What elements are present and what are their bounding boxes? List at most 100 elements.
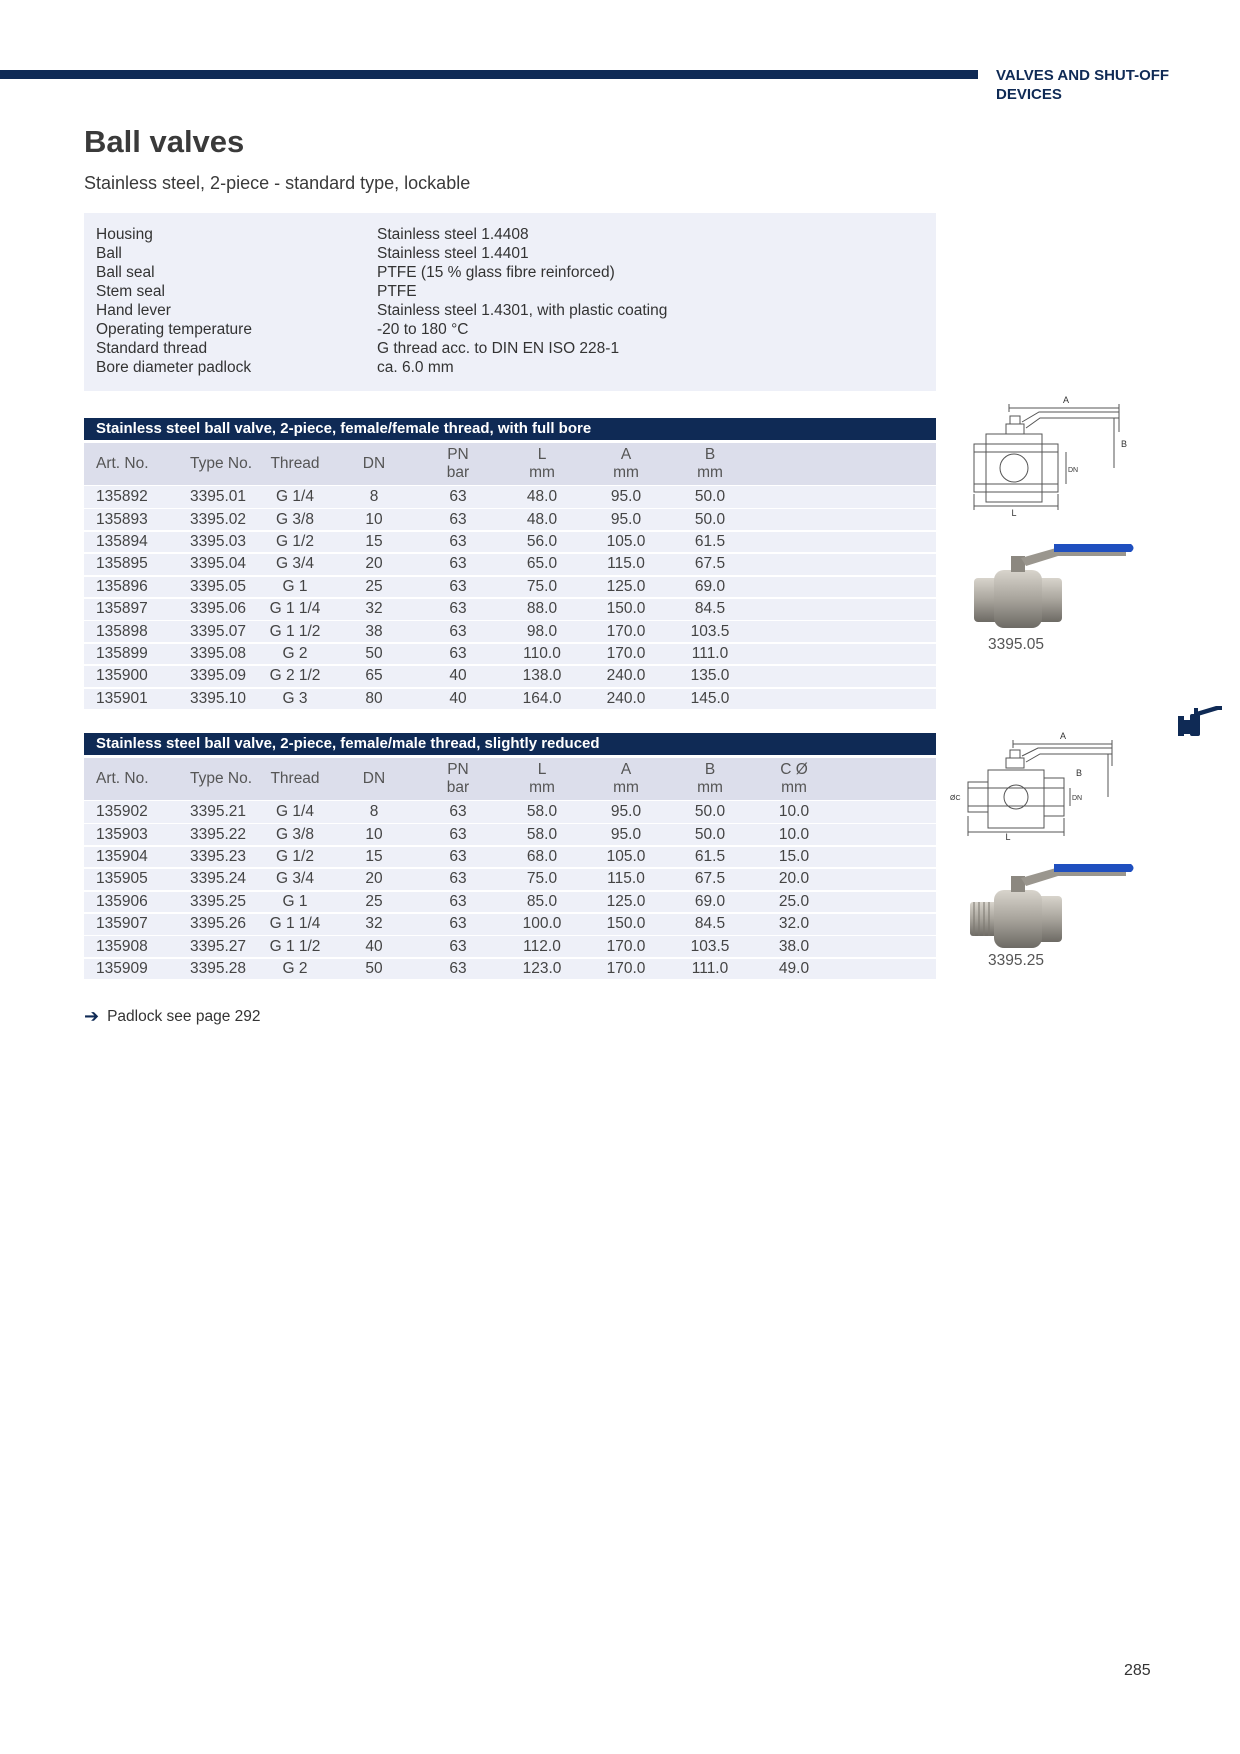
header-unit: mm (529, 779, 555, 796)
table-row: 135892 3395.01 G 1/4 8 63 48.0 95.0 50.0 (84, 486, 936, 508)
table-title: Stainless steel ball valve, 2-piece, fem… (84, 418, 936, 440)
spec-label: Operating temperature (96, 321, 252, 338)
ball-valve-image (974, 544, 1134, 628)
cell-b: 111.0 (691, 645, 729, 663)
cell-dn: 10 (365, 825, 383, 843)
cell-pn: 63 (449, 645, 467, 663)
cell-a: 170.0 (606, 645, 646, 663)
dimension-label: A (1063, 395, 1069, 405)
cell-l: 75.0 (526, 577, 558, 595)
cell-l: 123.0 (522, 960, 562, 978)
cell-a: 95.0 (610, 825, 642, 843)
header-label: L (537, 446, 547, 463)
cell-pn: 63 (449, 510, 467, 528)
dimension-label: L (1011, 508, 1016, 517)
cell-pn: 40 (449, 667, 467, 685)
cell-a: 95.0 (610, 510, 642, 528)
cell-dn: 10 (365, 510, 383, 528)
spec-label: Standard thread (96, 340, 208, 357)
cell-c: 20.0 (778, 870, 810, 888)
header-label: DN (362, 455, 386, 472)
cell-thread: G 3 (282, 689, 308, 707)
header-cell: PN bar (428, 758, 488, 800)
cell-pn: 63 (449, 915, 467, 933)
cell-art-no: 135905 (96, 870, 148, 888)
cell-type-no: 3395.23 (190, 848, 247, 866)
header-unit: mm (529, 464, 555, 481)
header-label: Type No. (190, 770, 253, 787)
header-label: A (620, 446, 632, 463)
cell-a: 240.0 (606, 667, 646, 685)
header-cell: Art. No. (96, 443, 149, 485)
cell-pn: 63 (449, 533, 467, 551)
cell-b: 145.0 (690, 689, 730, 707)
cell-l: 164.0 (522, 689, 562, 707)
valve-dimension-drawing: A B L DN (973, 395, 1127, 518)
cell-type-no: 3395.03 (190, 533, 247, 551)
table-row: 135905 3395.24 G 3/4 20 63 75.0 115.0 67.5 20.0 (84, 868, 936, 890)
cell-pn: 40 (449, 689, 467, 707)
header-cell: Bmm (680, 443, 740, 485)
cell-art-no: 135909 (96, 960, 148, 978)
cell-l: 112.0 (523, 937, 561, 955)
header-cell: PN bar (428, 443, 488, 485)
cell-l: 138.0 (522, 667, 562, 685)
dimension-label: DN (1072, 795, 1082, 802)
cell-c: 25.0 (778, 892, 810, 910)
footnote-link[interactable]: Padlock see page 292 (107, 1008, 260, 1026)
cell-b: 69.0 (694, 577, 726, 595)
cell-thread: G 3/8 (276, 510, 314, 528)
cell-type-no: 3395.24 (190, 870, 247, 888)
header-unit: mm (613, 779, 639, 796)
table-row: 135908 3395.27 G 1 1/2 40 63 112.0 170.0 103.5 3… (84, 935, 936, 957)
table-row: 135903 3395.22 G 3/8 10 63 58.0 95.0 50.0 10.0 (84, 823, 936, 845)
table-row: 135898 3395.07 G 1 1/2 38 63 98.0 170.0 103.5 (84, 620, 936, 642)
cell-art-no: 135904 (96, 848, 148, 866)
cell-type-no: 3395.06 (190, 600, 247, 618)
cell-l: 48.0 (526, 510, 558, 528)
cell-type-no: 3395.27 (190, 937, 247, 955)
cell-pn: 63 (449, 960, 467, 978)
cell-art-no: 135898 (96, 622, 148, 640)
cell-b: 61.5 (694, 533, 726, 551)
header-unit: bar (446, 779, 470, 796)
cell-art-no: 135897 (96, 600, 148, 618)
cell-thread: G 1 1/4 (269, 915, 321, 933)
header-unit: bar (446, 464, 470, 481)
cell-pn: 63 (449, 802, 467, 820)
cell-a: 170.0 (606, 960, 646, 978)
cell-c: 10.0 (778, 802, 810, 820)
cell-a: 150.0 (606, 915, 646, 933)
spec-label: Stem seal (96, 283, 165, 300)
image-caption: 3395.25 (988, 952, 1045, 969)
header-label: Art. No. (96, 455, 149, 472)
cell-art-no: 135894 (96, 533, 148, 551)
cell-c: 38.0 (778, 937, 810, 955)
header-cell: Type No. (190, 758, 252, 800)
cell-b: 67.5 (694, 555, 726, 573)
header-label: B (704, 446, 716, 463)
cell-l: 58.0 (526, 802, 558, 820)
image-caption: 3395.05 (988, 636, 1045, 653)
page-number: 285 (1124, 1662, 1151, 1679)
table-row: 135902 3395.21 G 1/4 8 63 58.0 95.0 50.0 10.0 (84, 801, 936, 823)
header-label: PN (447, 446, 469, 463)
specifications-box: Housing Stainless steel 1.4408 Ball Stai… (84, 213, 936, 391)
table-row: 135899 3395.08 G 2 50 63 110.0 170.0 111.0 (84, 642, 936, 665)
cell-art-no: 135901 (96, 689, 148, 707)
spec-value: G thread acc. to DIN EN ISO 228-1 (377, 340, 620, 357)
cell-l: 100.0 (522, 915, 562, 933)
cell-thread: G 3/4 (276, 555, 314, 573)
cell-type-no: 3395.10 (190, 689, 247, 707)
cell-c: 10.0 (778, 825, 810, 843)
cell-dn: 8 (369, 487, 379, 505)
cell-dn: 40 (365, 937, 383, 955)
table-row: 135906 3395.25 G 1 25 63 85.0 125.0 69.0 25.0 (84, 890, 936, 913)
cell-dn: 15 (365, 533, 383, 551)
cell-thread: G 1 (282, 577, 308, 595)
spec-value: PTFE (377, 283, 417, 300)
cell-a: 170.0 (606, 937, 646, 955)
cell-a: 105.0 (606, 848, 646, 866)
cell-art-no: 135899 (96, 645, 148, 663)
valve-tab-icon (1178, 706, 1224, 743)
